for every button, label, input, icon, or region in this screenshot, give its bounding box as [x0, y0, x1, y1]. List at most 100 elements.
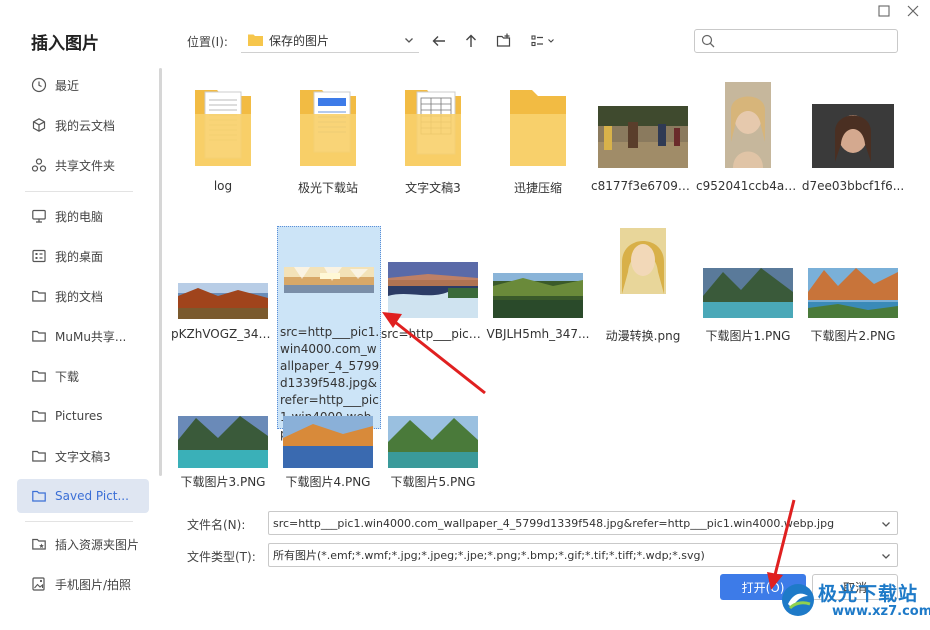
file-name: 迅捷压缩: [513, 181, 562, 195]
sidebar-item-label: 我的云文档: [55, 118, 116, 133]
location-dropdown[interactable]: 保存的图片: [241, 29, 419, 53]
view-mode-button[interactable]: [528, 31, 560, 51]
sidebar-item-label: 手机图片/拍照: [55, 577, 132, 592]
sidebar-item-my-desktop[interactable]: 我的桌面: [17, 239, 149, 273]
sidebar-item-my-documents[interactable]: 我的文档: [17, 279, 149, 313]
sidebar-item-label: 文字文稿3: [55, 449, 111, 464]
sidebar-item-cloud-docs[interactable]: 我的云文档: [17, 108, 149, 142]
sidebar-item-mumu-share[interactable]: MuMu共享...: [17, 319, 149, 353]
sidebar-item-pictures[interactable]: Pictures: [17, 399, 149, 433]
back-button[interactable]: [429, 31, 449, 51]
list-view-icon: [531, 35, 554, 47]
file-item-image[interactable]: c8177f3e6709c...: [591, 82, 695, 200]
filetype-value: 所有图片(*.emf;*.wmf;*.jpg;*.jpeg;*.jpe;*.pn…: [273, 549, 705, 562]
sidebar-divider: [25, 521, 133, 522]
folder-outline-icon: [31, 328, 47, 344]
file-item-image[interactable]: pKZhVOGZ_347...: [171, 228, 275, 368]
filetype-select[interactable]: 所有图片(*.emf;*.wmf;*.jpg;*.jpeg;*.jpe;*.pn…: [268, 543, 898, 567]
sidebar-item-recent[interactable]: 最近: [17, 68, 149, 102]
file-item-folder[interactable]: 文字文稿3: [381, 82, 485, 200]
watermark-text: 极光下载站: [818, 583, 919, 605]
up-button[interactable]: [461, 31, 481, 51]
folder-document-icon: [405, 90, 461, 166]
file-item-image[interactable]: d7ee03bbcf1f6...: [801, 82, 905, 200]
file-item-image[interactable]: 下载图片4.PNG: [276, 380, 380, 490]
sidebar-item-label: 下载: [55, 369, 80, 384]
file-name: d7ee03bbcf1f6...: [801, 179, 905, 193]
sidebar-item-wenzi-wengao3[interactable]: 文字文稿3: [17, 439, 149, 473]
sidebar-scrollbar[interactable]: [159, 68, 162, 476]
file-item-image[interactable]: 动漫转换.png: [591, 228, 695, 368]
share-icon: [31, 157, 47, 173]
cloud-cube-icon: [31, 117, 47, 133]
file-name: log: [213, 179, 233, 193]
sidebar-divider: [25, 191, 133, 192]
file-item-folder[interactable]: 极光下载站: [276, 82, 380, 200]
maximize-button[interactable]: [876, 3, 892, 19]
close-button[interactable]: [905, 3, 921, 19]
sidebar-item-label: 最近: [55, 78, 80, 93]
sidebar-item-label: 插入资源夹图片: [55, 537, 140, 552]
desktop-icon: [31, 248, 47, 264]
anime-portrait-thumbnail: [620, 228, 666, 294]
file-name: 动漫转换.png: [605, 329, 681, 343]
portrait-photo-thumbnail: [812, 104, 894, 168]
maximize-icon: [878, 5, 890, 17]
filename-value: src=http___pic1.win4000.com_wallpaper_4_…: [273, 516, 835, 530]
folder-icon: [510, 90, 566, 166]
valley-photo-thumbnail: [493, 273, 583, 318]
aurora-logo-icon: [782, 584, 814, 616]
new-folder-icon: [496, 33, 511, 47]
sidebar-item-resource-pictures[interactable]: 插入资源夹图片: [17, 527, 149, 561]
arrow-left-icon: [432, 36, 445, 46]
arrow-up-icon: [466, 34, 476, 47]
sidebar-item-label: 我的桌面: [55, 249, 104, 264]
autumn-lake-photo-thumbnail: [283, 416, 373, 468]
file-name: VBJLH5mh_347...: [486, 327, 590, 341]
sidebar-item-label: 我的电脑: [55, 209, 104, 224]
sidebar: 插入图片 最近 我的云文档 共享文件夹 我的电脑 我的桌面 我的文档 MuMu共…: [0, 0, 165, 630]
file-item-folder[interactable]: 迅捷压缩: [486, 82, 590, 200]
file-item-image[interactable]: VBJLH5mh_347...: [486, 228, 590, 368]
chevron-down-icon: [882, 554, 890, 559]
chevron-down-icon: [882, 522, 890, 527]
file-item-image[interactable]: 下载图片1.PNG: [696, 228, 800, 368]
new-folder-button[interactable]: [494, 31, 514, 51]
sidebar-item-downloads[interactable]: 下载: [17, 359, 149, 393]
folder-icon: [248, 33, 269, 49]
sidebar-item-shared-folder[interactable]: 共享文件夹: [17, 148, 149, 182]
file-item-image[interactable]: 下载图片3.PNG: [171, 380, 275, 490]
mountain-lake-photo-thumbnail: [703, 268, 793, 318]
monitor-icon: [31, 208, 47, 224]
file-name: 下载图片2.PNG: [810, 329, 896, 343]
mountain-lake-photo-thumbnail: [178, 416, 268, 468]
search-input[interactable]: [694, 29, 898, 53]
folder-outline-icon: [31, 448, 47, 464]
watermark-logo: 极光下载站 www.xz7.com: [780, 578, 930, 624]
clock-icon: [31, 77, 47, 93]
sidebar-item-my-computer[interactable]: 我的电脑: [17, 199, 149, 233]
file-item-image[interactable]: src=http___pic1....: [381, 228, 485, 368]
folder-outline-icon: [31, 408, 47, 424]
sidebar-item-phone-pictures[interactable]: 手机图片/拍照: [17, 567, 149, 601]
dialog-title: 插入图片: [31, 34, 99, 54]
file-item-image[interactable]: 下载图片2.PNG: [801, 228, 905, 368]
winter-forest-photo-thumbnail: [284, 267, 374, 293]
file-name: 下载图片5.PNG: [390, 475, 476, 489]
folder-document-icon: [300, 90, 356, 166]
filename-input[interactable]: src=http___pic1.win4000.com_wallpaper_4_…: [268, 511, 898, 535]
landscape-photo-thumbnail: [178, 283, 268, 319]
sidebar-item-saved-pictures[interactable]: Saved Pict...: [17, 479, 149, 513]
file-name: src=http___pic1....: [381, 327, 485, 341]
file-name: c8177f3e6709c...: [591, 179, 695, 193]
sidebar-item-label: 共享文件夹: [55, 158, 116, 173]
file-item-image[interactable]: 下载图片5.PNG: [381, 380, 485, 490]
file-item-folder[interactable]: log: [171, 82, 275, 200]
search-icon: [701, 34, 715, 48]
file-item-image[interactable]: c952041ccb4a5...: [696, 82, 800, 200]
folder-outline-icon: [31, 368, 47, 384]
green-valley-photo-thumbnail: [388, 416, 478, 468]
close-icon: [907, 5, 919, 17]
street-photo-thumbnail: [598, 106, 688, 168]
sidebar-item-label: Pictures: [55, 409, 103, 423]
